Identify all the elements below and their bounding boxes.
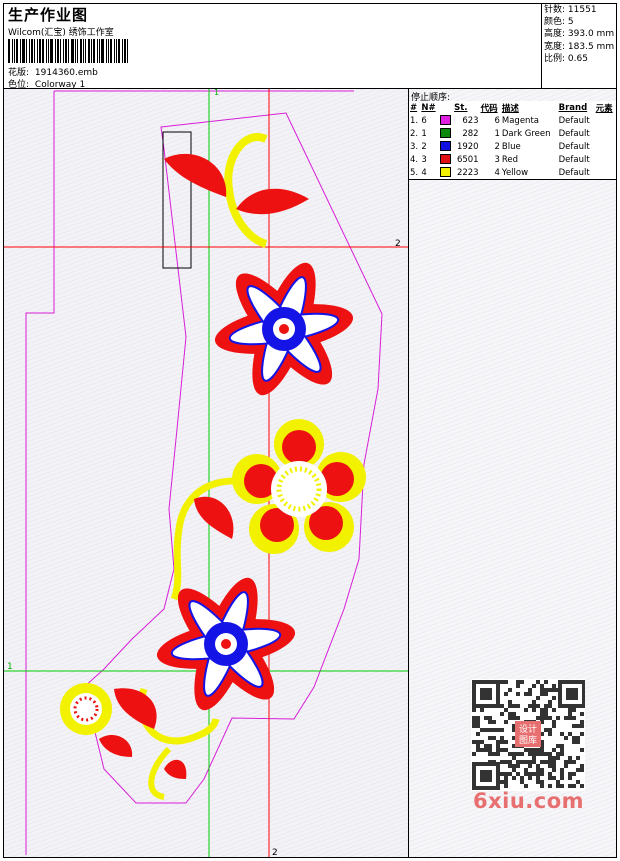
red-leaf-bottom3 [164,759,187,779]
cell-swatch [438,166,454,180]
cell-swatch [439,140,454,153]
cell-brand: Default [558,115,590,126]
cell-code: 1 [494,128,500,139]
cell-num: 1. [410,115,419,126]
qr-code-pattern: 设计图库 [472,680,586,790]
cell-brand: Default [558,154,590,165]
cell-code: 2 [494,141,500,152]
cell-element [595,114,616,127]
table-header-row: # N# St. 代码 描述 Brand 元素 [409,101,616,114]
flower-yellow-mid [232,419,366,554]
color-swatch [439,154,451,165]
cell-description: Dark Green [501,128,551,139]
cell-swatch [439,127,454,140]
cell-num: 4. [410,154,419,165]
stat-width: 宽度: 183.5 mm [544,41,615,52]
cell-code: 6 [494,115,500,126]
col-code: 代码 [480,103,498,114]
cell-element [595,127,616,140]
guide-label-left: 1 [7,662,13,672]
color-swatch [439,128,451,139]
table-row: 3. 2 1920 2 Blue Default [409,140,616,153]
color-swatch [439,115,451,126]
table-row: 4. 3 6501 3 Red Default [409,153,616,166]
cell-element [595,140,616,153]
embroidery-design: 1 2 1 2 [4,89,408,857]
cell-element [595,153,616,166]
cell-brand: Default [558,128,590,139]
cell-stitches: 623 [462,115,479,126]
cell-swatch [439,153,454,166]
stop-sequence-panel: 停止顺序: # N# St. 代码 描述 Brand 元素 1. 6 623 6 Mag… [409,89,616,857]
watermark-text: 6xiu.com [473,789,585,813]
flower-small-bottom [60,683,112,735]
cell-swatch [439,114,454,127]
cell-code: 3 [494,154,500,165]
col-num: # [410,102,418,113]
header-left: 生产作业图 Wilcom(汇宝) 绣饰工作室 花版: 1914360.emb 色… [4,4,541,90]
red-leaf-top2 [236,188,309,215]
cell-num: 2. [410,128,419,139]
cell-element [594,166,616,180]
cell-brand: Default [558,141,590,152]
yellow-stem-tail [148,746,172,800]
cell-description: Blue [501,141,521,152]
qr-code: 设计 图库 [471,679,586,791]
col-description: 描述 [501,103,519,114]
cell-stitches: 2223 [453,166,480,180]
garment-outline-left [25,91,55,855]
stat-height: 高度: 393.0 mm [544,29,615,40]
cell-needle: 4 [420,166,439,180]
red-leaf-bottom2 [99,735,133,757]
color-swatch [439,141,451,152]
cell-brand: Default [557,166,595,180]
cell-needle: 1 [421,128,427,139]
cell-description: Yellow [500,166,558,180]
col-stitches: St. [454,102,468,113]
cell-description: Magenta [501,115,539,126]
document-title: 生产作业图 [8,6,89,24]
red-leaf-top [164,153,227,197]
col-element: 元素 [595,103,613,114]
guide-label-top: 1 [214,89,219,97]
cell-needle: 3 [421,154,427,165]
table-row: 2. 1 282 1 Dark Green Default [409,127,616,140]
hoop-marker [162,131,192,269]
table-row: 1. 6 623 6 Magenta Default [409,114,616,127]
red-leaf-mid [194,496,234,539]
cell-stitches: 1920 [456,141,479,152]
cell-needle: 6 [421,115,427,126]
stop-sequence-table: # N# St. 代码 描述 Brand 元素 1. 6 623 6 Magenta De… [409,101,616,180]
stats-panel: 针数: 11551 颜色: 5 高度: 393.0 mm 宽度: 183.5 m… [541,4,616,88]
red-leaf-bottom [114,688,157,729]
stat-colors: 颜色: 5 [544,17,574,28]
table-row: 5. 4 2223 4 Yellow Default [409,166,616,180]
cell-num: 5. [409,166,421,180]
col-swatch [439,101,454,114]
col-needle: N# [421,102,436,113]
stat-stitches: 针数: 11551 [544,5,597,15]
cell-stitches: 6501 [456,154,479,165]
cell-stitches: 282 [462,128,479,139]
yellow-stem-top [224,133,268,248]
guide-label-right: 2 [395,239,401,249]
col-brand: Brand [558,102,588,113]
cell-num: 3. [410,141,419,152]
flower-upper [214,262,354,396]
qr-badge-text: 设计 [519,723,537,735]
cell-needle: 2 [421,141,427,152]
qr-badge-text: 图库 [519,734,537,746]
barcode [8,39,143,63]
company-name: Wilcom(汇宝) 绣饰工作室 [8,28,114,38]
guide-label-bottom: 2 [272,848,278,857]
design-preview: 1 2 1 2 [4,89,408,857]
cell-description: Red [501,154,519,165]
color-swatch [439,167,451,178]
stat-scale: 比例: 0.65 [544,53,588,64]
cell-code: 4 [479,166,501,180]
